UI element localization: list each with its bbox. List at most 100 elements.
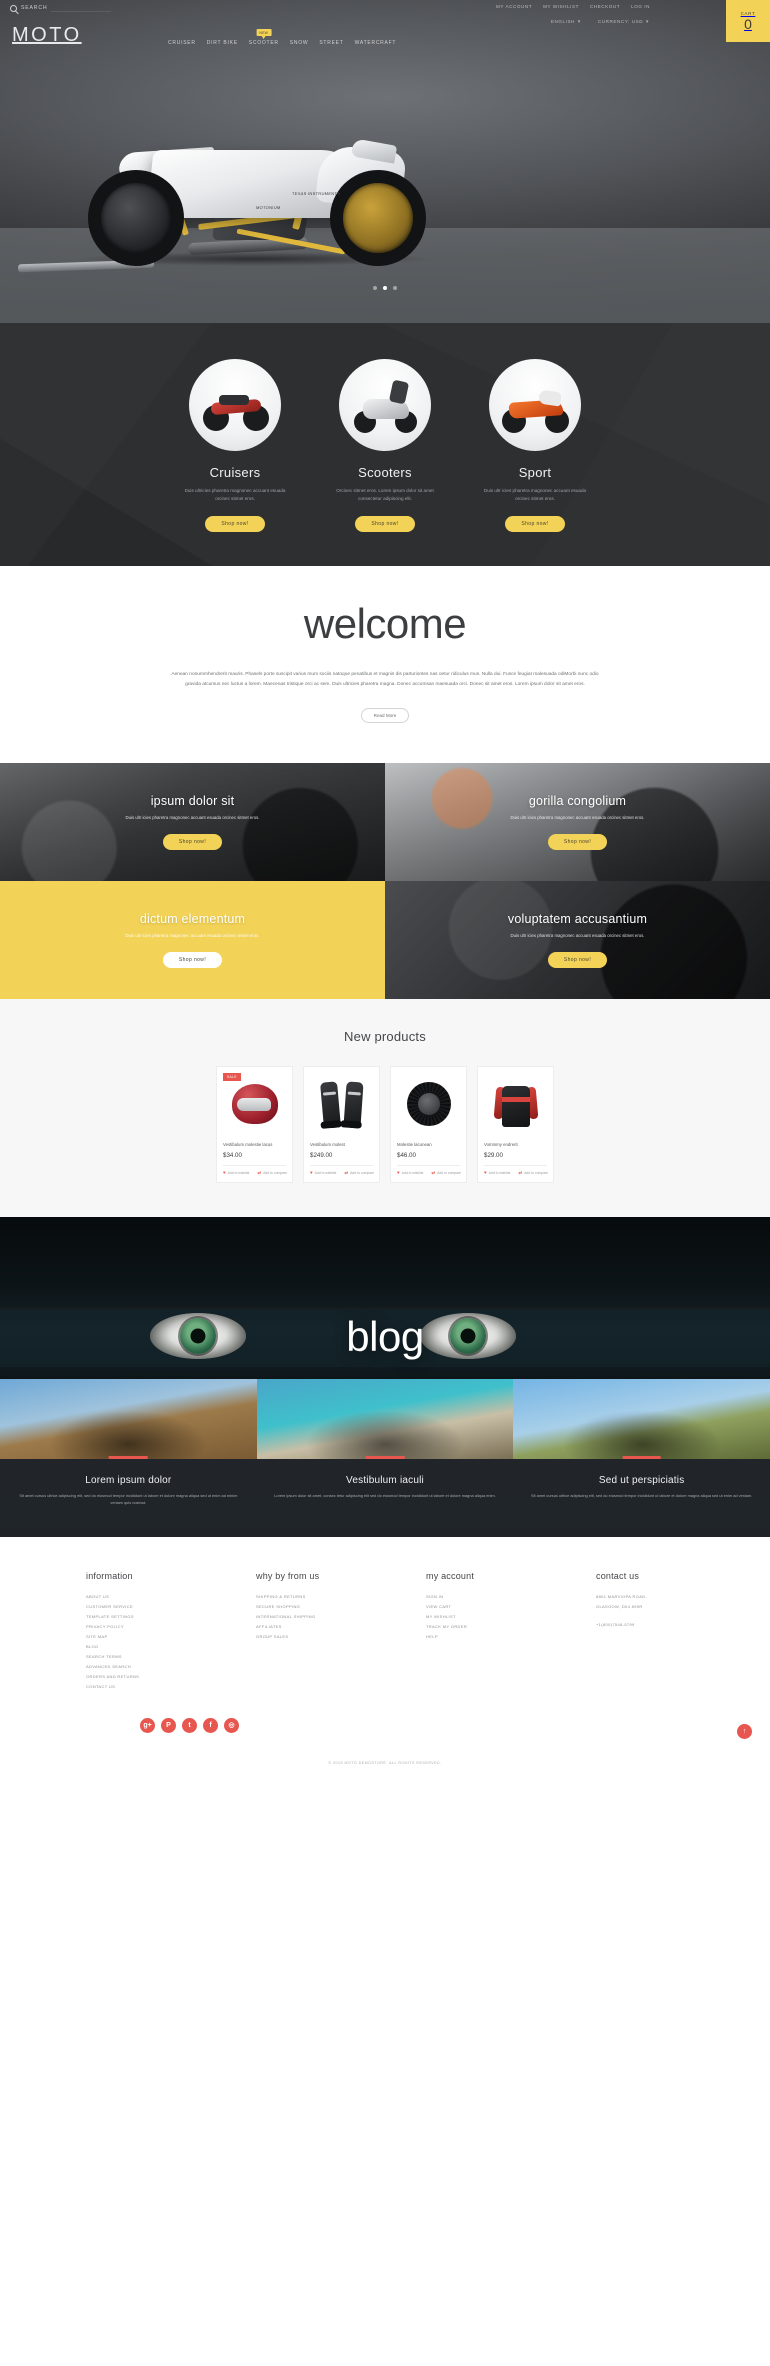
- footer-link[interactable]: TEMPLATE SETTINGS: [86, 1612, 204, 1622]
- blog-post-card[interactable]: 14th of April Vestibulum iaculi Lorem ip…: [256, 1378, 514, 1537]
- add-to-wishlist-button[interactable]: ♥ Add to wishlist: [223, 1171, 249, 1176]
- promo-tile-voluptatem-accusantium[interactable]: voluptatem accusantium Duis ultr icies p…: [385, 881, 770, 1000]
- top-link-my-account[interactable]: MY ACCOUNT: [496, 4, 532, 9]
- promo-shop-button[interactable]: Shop now!: [162, 952, 223, 969]
- footer-link[interactable]: ABOUT US: [86, 1592, 204, 1602]
- promo-shop-button[interactable]: Shop now!: [547, 834, 608, 851]
- promo-desc: Duis ultr icies pharetra magnonec accuan…: [510, 933, 645, 939]
- footer-link[interactable]: SITE MAP: [86, 1632, 204, 1642]
- search-label: SEARCH: [21, 5, 48, 11]
- welcome-title: welcome: [303, 599, 467, 647]
- welcome-paragraph: Aenean nonummhendrerit mauris. Phasels p…: [171, 671, 599, 688]
- footer-link[interactable]: PRIVACY POLICY: [86, 1622, 204, 1632]
- footer-link[interactable]: ADVANCED SEARCH: [86, 1662, 204, 1672]
- category-card-cruisers[interactable]: Cruisers Duis ultricies pharetra magnone…: [168, 359, 303, 532]
- footer-link[interactable]: CUSTOMER SERVICE: [86, 1602, 204, 1612]
- add-to-wishlist-button[interactable]: ♥ Add to wishlist: [397, 1171, 423, 1176]
- footer-link[interactable]: HELP: [426, 1632, 544, 1642]
- footer-link[interactable]: ORDERS AND RETURNS: [86, 1672, 204, 1682]
- footer-link[interactable]: SECURE SHOPPING: [256, 1602, 374, 1612]
- footer-link[interactable]: TRACK MY ORDER: [426, 1622, 544, 1632]
- compare-icon: ⇄: [344, 1170, 349, 1176]
- promo-shop-button[interactable]: Shop now!: [162, 834, 223, 851]
- category-desc: Duis ultr icies pharetra magnonec accuan…: [483, 488, 587, 502]
- promo-tile-ipsum-dolor-sit[interactable]: ipsum dolor sit Duis ultr icies pharetra…: [0, 763, 385, 882]
- footer-link[interactable]: SHIPPING & RETURNS: [256, 1592, 374, 1602]
- slider-dot-2[interactable]: [383, 286, 387, 290]
- hero-slider-dots[interactable]: [0, 286, 770, 290]
- blog-post-card[interactable]: 14th of April Lorem ipsum dolor Sit amet…: [0, 1378, 257, 1537]
- add-to-wishlist-button[interactable]: ♥ Add to wishlist: [310, 1171, 336, 1176]
- tire-icon: [406, 1082, 451, 1127]
- category-shop-button[interactable]: Shop now!: [505, 515, 565, 532]
- search-box[interactable]: SEARCH: [10, 4, 112, 12]
- footer-link[interactable]: SEARCH TERMS: [86, 1652, 204, 1662]
- footer-link[interactable]: CONTACT US: [86, 1682, 204, 1692]
- footer-link[interactable]: AFFILIATES: [256, 1622, 374, 1632]
- nav-item-watercraft[interactable]: WATERCRAFT: [355, 40, 397, 47]
- category-desc: Orcinec sitmet eros. Lorem ipsum dolor s…: [336, 488, 434, 502]
- slider-dot-3[interactable]: [393, 286, 397, 290]
- product-card[interactable]: Vestibulum molest $249.00 ♥ Add to wishli…: [303, 1066, 380, 1183]
- back-to-top-button[interactable]: ↑: [737, 1723, 752, 1739]
- category-title: Cruisers: [209, 465, 261, 480]
- blog-post-date: 14th of April: [109, 1455, 148, 1459]
- top-link-my-wishlist[interactable]: MY WISHLIST: [543, 4, 579, 9]
- pinterest-icon[interactable]: P: [161, 1717, 176, 1733]
- footer-column-title: my account: [426, 1570, 475, 1581]
- google-plus-icon[interactable]: g+: [140, 1717, 155, 1733]
- footer-link[interactable]: BLOG: [86, 1642, 204, 1652]
- category-shop-button[interactable]: Shop now!: [355, 515, 415, 532]
- product-image-helmet: SALE: [223, 1073, 286, 1135]
- promo-shop-button[interactable]: Shop now!: [547, 952, 608, 969]
- add-to-compare-button[interactable]: ⇄ Add to compare: [518, 1171, 548, 1176]
- twitter-icon[interactable]: t: [182, 1717, 197, 1733]
- promo-tile-dictum-elementum[interactable]: dictum elementum Duis ultr icies pharetr…: [0, 881, 385, 1000]
- category-desc: Duis ultricies pharetra magnonec accuant…: [184, 488, 286, 502]
- compare-icon: ⇄: [257, 1170, 262, 1176]
- site-footer: information ABOUT US CUSTOMER SERVICE TE…: [0, 1536, 770, 1779]
- category-card-sport[interactable]: Sport Duis ultr icies pharetra magnonec …: [468, 359, 603, 532]
- add-to-compare-button[interactable]: ⇄ Add to compare: [344, 1171, 374, 1176]
- product-card[interactable]: SALE Vestibulum molestie lacus $34.00 ♥ A…: [216, 1066, 293, 1183]
- product-image-boots: [310, 1073, 373, 1135]
- promo-title: ipsum dolor sit: [150, 794, 235, 809]
- product-card[interactable]: Vommmy endrerit $29.00 ♥ Add to wishlist …: [477, 1066, 554, 1183]
- footer-link[interactable]: MY WISHLIST: [426, 1612, 544, 1622]
- add-to-wishlist-button[interactable]: ♥ Add to wishlist: [484, 1171, 510, 1176]
- product-price: $46.00: [397, 1152, 416, 1160]
- promo-tiles-section: ipsum dolor sit Duis ultr icies pharetra…: [0, 763, 770, 1000]
- nav-item-scooter[interactable]: NEW SCOOTER: [249, 29, 279, 47]
- nav-item-street[interactable]: STREET: [319, 40, 343, 47]
- promo-tile-gorilla-congolium[interactable]: gorilla congolium Duis ultr icies pharet…: [385, 763, 770, 882]
- nav-item-snow[interactable]: SNOW: [290, 40, 309, 47]
- category-card-scooters[interactable]: Scooters Orcinec sitmet eros. Lorem ipsu…: [318, 359, 453, 532]
- footer-address-line-1: 8801 MARVIOPA ROAD,: [596, 1593, 647, 1599]
- search-input[interactable]: [51, 4, 112, 12]
- facebook-icon[interactable]: f: [203, 1717, 218, 1733]
- product-card[interactable]: Molestie lacunean $46.00 ♥ Add to wishlis…: [390, 1066, 467, 1183]
- slider-dot-1[interactable]: [373, 286, 377, 290]
- footer-column-title: contact us: [596, 1570, 640, 1581]
- category-title: Sport: [518, 465, 552, 480]
- nav-item-dirt-bike[interactable]: DIRT BIKE: [207, 40, 238, 47]
- nav-new-badge: NEW: [256, 29, 272, 39]
- top-link-checkout[interactable]: CHECKOUT: [590, 4, 620, 9]
- add-to-compare-button[interactable]: ⇄ Add to compare: [431, 1171, 461, 1176]
- welcome-read-more-button[interactable]: Read More: [360, 708, 410, 724]
- nav-item-cruiser[interactable]: CRUISER: [168, 40, 196, 47]
- search-icon: [10, 4, 17, 12]
- site-logo[interactable]: MOTO: [12, 24, 82, 47]
- footer-column-contact-us: contact us 8801 MARVIOPA ROAD, GLASGOW, …: [596, 1571, 714, 1692]
- footer-link[interactable]: VIEW CART: [426, 1602, 544, 1612]
- footer-link[interactable]: SIGN IN: [426, 1592, 544, 1602]
- blog-post-card[interactable]: 14th of April Sed ut perspiciatis Sit am…: [513, 1378, 770, 1537]
- top-link-log-in[interactable]: LOG IN: [631, 4, 650, 9]
- footer-link[interactable]: GROUP SALES: [256, 1632, 374, 1642]
- footer-link[interactable]: INTERNATIONAL SHIPPING: [256, 1612, 374, 1622]
- category-shop-button[interactable]: Shop now!: [205, 515, 265, 532]
- boots-icon: [319, 1080, 364, 1129]
- instagram-icon[interactable]: ◎: [224, 1717, 239, 1733]
- category-image-cruisers: [189, 359, 281, 451]
- add-to-compare-button[interactable]: ⇄ Add to compare: [257, 1171, 287, 1176]
